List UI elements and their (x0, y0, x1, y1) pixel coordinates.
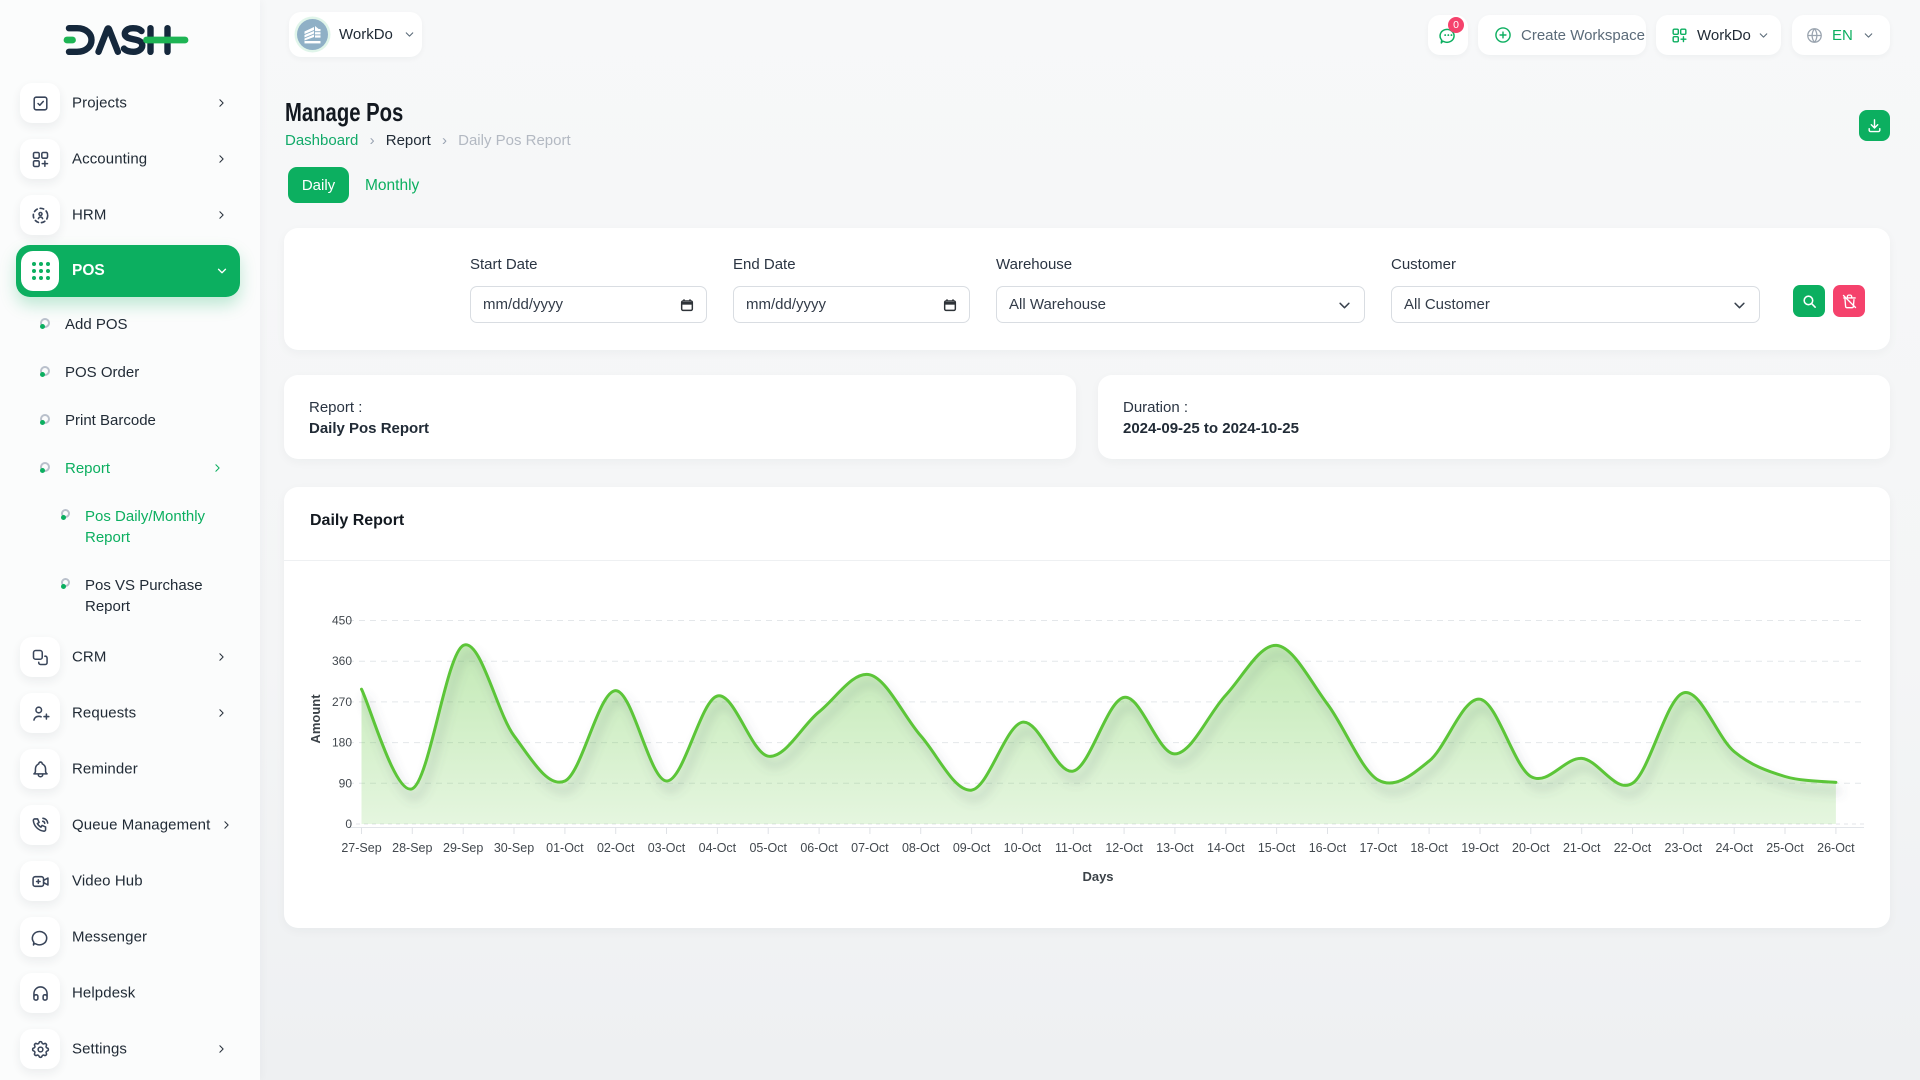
svg-text:10-Oct: 10-Oct (1004, 841, 1042, 855)
svg-text:02-Oct: 02-Oct (597, 841, 635, 855)
svg-text:Amount: Amount (308, 694, 323, 744)
svg-text:Days: Days (1082, 869, 1113, 884)
svg-text:11-Oct: 11-Oct (1055, 841, 1092, 855)
svg-text:28-Sep: 28-Sep (392, 841, 432, 855)
svg-text:18-Oct: 18-Oct (1410, 841, 1448, 855)
svg-text:24-Oct: 24-Oct (1715, 841, 1753, 855)
svg-text:29-Sep: 29-Sep (443, 841, 483, 855)
svg-text:21-Oct: 21-Oct (1563, 841, 1601, 855)
svg-text:270: 270 (332, 695, 352, 709)
svg-text:0: 0 (345, 817, 352, 831)
svg-text:05-Oct: 05-Oct (749, 841, 787, 855)
svg-text:20-Oct: 20-Oct (1512, 841, 1550, 855)
svg-text:360: 360 (332, 654, 352, 668)
svg-text:12-Oct: 12-Oct (1105, 841, 1143, 855)
svg-text:06-Oct: 06-Oct (800, 841, 838, 855)
svg-text:13-Oct: 13-Oct (1156, 841, 1194, 855)
svg-text:08-Oct: 08-Oct (902, 841, 940, 855)
svg-text:180: 180 (332, 736, 352, 750)
svg-text:19-Oct: 19-Oct (1461, 841, 1499, 855)
svg-text:450: 450 (332, 614, 352, 628)
svg-text:16-Oct: 16-Oct (1309, 841, 1347, 855)
svg-text:07-Oct: 07-Oct (851, 841, 889, 855)
svg-text:30-Sep: 30-Sep (494, 841, 534, 855)
svg-text:14-Oct: 14-Oct (1207, 841, 1245, 855)
svg-text:04-Oct: 04-Oct (699, 841, 737, 855)
svg-text:23-Oct: 23-Oct (1665, 841, 1703, 855)
svg-text:22-Oct: 22-Oct (1614, 841, 1652, 855)
svg-text:26-Oct: 26-Oct (1817, 841, 1855, 855)
svg-text:01-Oct: 01-Oct (546, 841, 584, 855)
svg-text:17-Oct: 17-Oct (1360, 841, 1398, 855)
svg-text:27-Sep: 27-Sep (341, 841, 381, 855)
svg-text:90: 90 (339, 777, 353, 791)
svg-text:03-Oct: 03-Oct (648, 841, 686, 855)
svg-text:25-Oct: 25-Oct (1766, 841, 1804, 855)
svg-text:15-Oct: 15-Oct (1258, 841, 1296, 855)
svg-text:09-Oct: 09-Oct (953, 841, 991, 855)
